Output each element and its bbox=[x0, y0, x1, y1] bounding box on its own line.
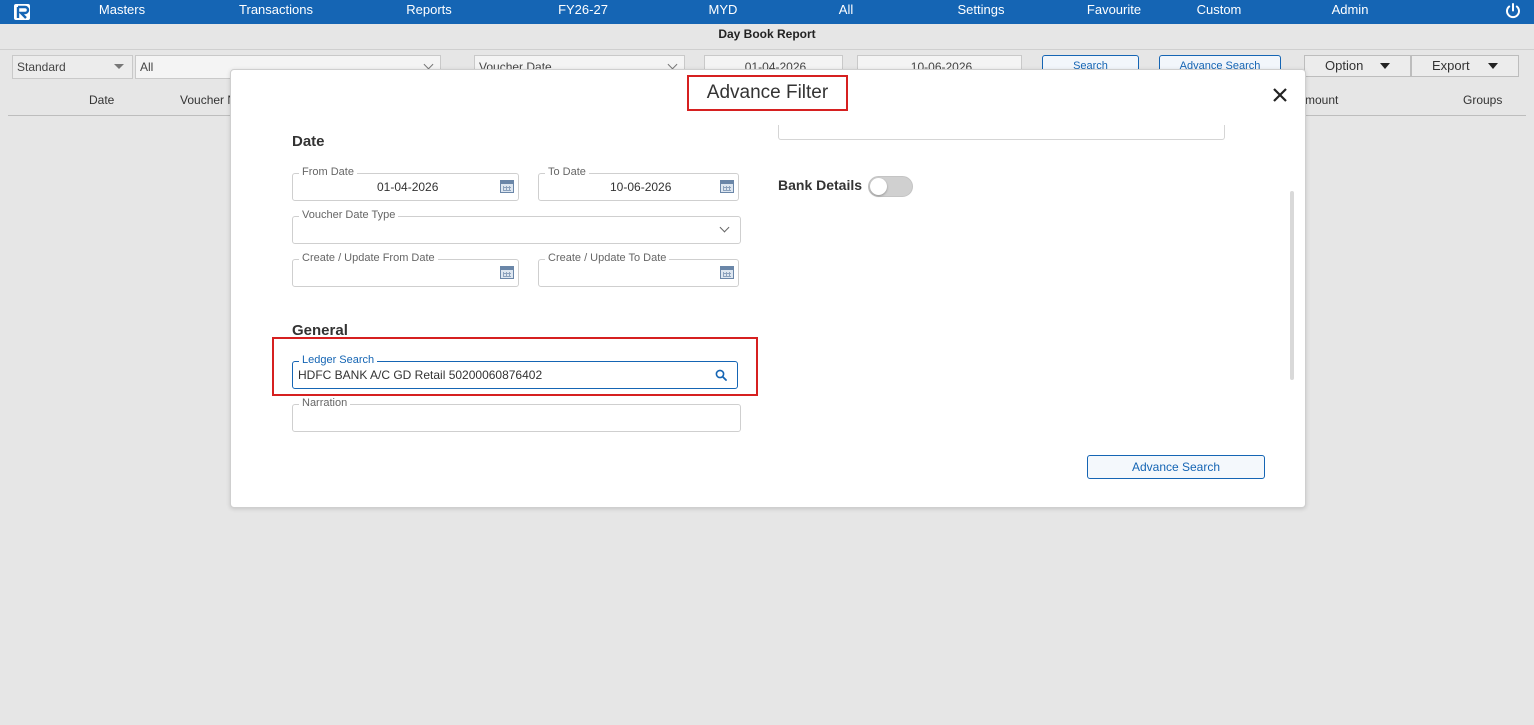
top-nav: Masters Transactions Reports FY26-27 MYD… bbox=[0, 0, 1534, 24]
to-date-label: To Date bbox=[545, 165, 589, 179]
nav-settings[interactable]: Settings bbox=[958, 0, 1005, 24]
caret-down-icon bbox=[114, 64, 124, 69]
voucher-date-type-select[interactable]: Voucher Date Type bbox=[292, 208, 741, 244]
chevron-down-icon bbox=[719, 222, 730, 233]
chevron-down-icon bbox=[667, 59, 678, 70]
option-button[interactable]: Option bbox=[1304, 55, 1411, 77]
nav-admin[interactable]: Admin bbox=[1332, 0, 1369, 24]
nav-company[interactable]: MYD bbox=[709, 0, 738, 24]
view-select-value: Standard bbox=[17, 60, 66, 74]
modal-scrollbar[interactable] bbox=[1290, 191, 1294, 380]
create-update-to-label: Create / Update To Date bbox=[545, 251, 670, 265]
narration-label: Narration bbox=[299, 396, 351, 410]
toggle-knob bbox=[870, 178, 887, 195]
chevron-down-icon bbox=[423, 59, 434, 70]
caret-down-icon bbox=[1380, 63, 1390, 69]
bank-details-toggle[interactable] bbox=[868, 176, 913, 197]
create-update-from-label: Create / Update From Date bbox=[299, 251, 438, 265]
from-date-value: 01-04-2026 bbox=[377, 180, 439, 194]
nav-transactions[interactable]: Transactions bbox=[239, 0, 313, 24]
page-title: Day Book Report bbox=[0, 24, 1534, 50]
close-icon[interactable] bbox=[1271, 86, 1289, 104]
ledger-search-input[interactable]: Ledger Search HDFC BANK A/C GD Retail 50… bbox=[292, 353, 738, 389]
nav-custom[interactable]: Custom bbox=[1197, 0, 1242, 24]
create-update-from-date-field[interactable]: Create / Update From Date bbox=[292, 251, 519, 287]
nav-all[interactable]: All bbox=[839, 0, 853, 24]
ledger-search-value: HDFC BANK A/C GD Retail 50200060876402 bbox=[298, 368, 543, 382]
advance-filter-modal: Advance Filter Date From Date 01-04-2026… bbox=[230, 69, 1306, 508]
caret-down-icon bbox=[1488, 63, 1498, 69]
search-icon[interactable] bbox=[715, 369, 727, 381]
column-header-voucher[interactable]: Voucher N bbox=[180, 93, 236, 107]
nav-financial-year[interactable]: FY26-27 bbox=[558, 0, 608, 24]
advance-search-button[interactable]: Advance Search bbox=[1087, 455, 1265, 479]
narration-field[interactable]: Narration bbox=[292, 396, 741, 432]
from-date-label: From Date bbox=[299, 165, 357, 179]
from-date-field[interactable]: From Date 01-04-2026 bbox=[292, 165, 519, 201]
power-icon[interactable] bbox=[1504, 2, 1522, 20]
nav-masters[interactable]: Masters bbox=[99, 0, 145, 24]
scope-select-value: All bbox=[140, 60, 154, 74]
bank-details-label: Bank Details bbox=[778, 177, 863, 193]
nav-reports[interactable]: Reports bbox=[406, 0, 452, 24]
calendar-icon[interactable] bbox=[500, 180, 514, 193]
column-header-date[interactable]: Date bbox=[89, 93, 114, 107]
calendar-icon[interactable] bbox=[720, 180, 734, 193]
calendar-icon[interactable] bbox=[500, 266, 514, 279]
app-logo-icon[interactable] bbox=[12, 2, 32, 22]
export-button-label: Export bbox=[1432, 58, 1470, 73]
voucher-date-type-label: Voucher Date Type bbox=[299, 208, 399, 222]
calendar-icon[interactable] bbox=[720, 266, 734, 279]
column-header-amount[interactable]: mount bbox=[1305, 93, 1338, 107]
date-section-heading: Date bbox=[292, 133, 325, 150]
create-update-to-date-field[interactable]: Create / Update To Date bbox=[538, 251, 739, 287]
export-button[interactable]: Export bbox=[1411, 55, 1519, 77]
view-select[interactable]: Standard bbox=[12, 55, 133, 79]
field-stub bbox=[778, 125, 1225, 140]
to-date-value: 10-06-2026 bbox=[610, 180, 672, 194]
nav-favourite[interactable]: Favourite bbox=[1087, 0, 1141, 24]
column-header-groups[interactable]: Groups bbox=[1463, 93, 1502, 107]
to-date-field[interactable]: To Date 10-06-2026 bbox=[538, 165, 739, 201]
option-button-label: Option bbox=[1325, 58, 1364, 73]
modal-title: Advance Filter bbox=[687, 75, 848, 111]
